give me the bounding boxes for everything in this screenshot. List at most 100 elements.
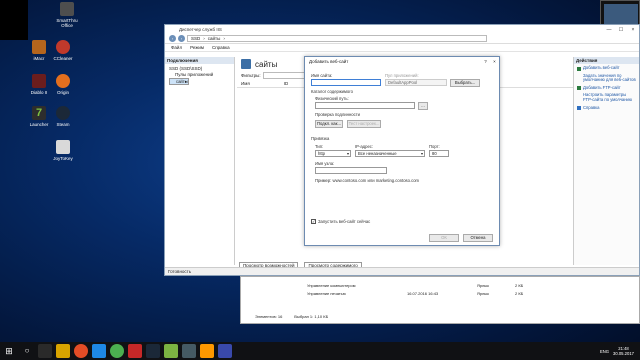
breadcrumb-item[interactable]: сайты xyxy=(208,36,221,41)
explorer-window: Управление компьютером Ярлык 2 КБ Управл… xyxy=(240,276,640,324)
help-icon xyxy=(577,106,581,111)
breadcrumb-item[interactable]: SSD xyxy=(191,36,200,41)
app-pool-field: DefaultAppPool xyxy=(385,79,447,86)
site-name-label: Имя сайта: xyxy=(311,73,333,78)
tree-node-sites[interactable]: сайты xyxy=(169,78,189,85)
desktop-icon-origin[interactable]: Origin xyxy=(46,74,80,95)
list-item[interactable]: Управление компьютером Ярлык 2 КБ xyxy=(307,283,523,288)
iis-titlebar: Диспетчер служб IIS — ☐ × xyxy=(165,25,639,34)
host-input[interactable] xyxy=(315,167,387,174)
binding-label: Привязка xyxy=(311,136,330,141)
windows-start-icon[interactable]: ⊞ xyxy=(2,344,16,358)
start-site-checkbox[interactable]: ✓ xyxy=(311,219,316,224)
content-dir-label: Каталог содержимого xyxy=(311,89,353,94)
minimize-icon[interactable]: — xyxy=(603,27,615,33)
type-select[interactable]: http xyxy=(315,150,351,157)
desktop-dark-corner xyxy=(0,0,28,40)
smartthru-icon xyxy=(60,2,74,16)
menu-help[interactable]: Справка xyxy=(212,45,230,50)
action-help[interactable]: Справка xyxy=(577,105,636,111)
help-icon[interactable]: ? xyxy=(481,59,490,64)
authentication-label: Проверка подлинности xyxy=(315,112,360,117)
sites-icon xyxy=(241,59,251,69)
ip-select[interactable]: Все неназначенные xyxy=(355,150,425,157)
menu-file[interactable]: Файл xyxy=(171,45,182,50)
chrome-taskbar-icon[interactable] xyxy=(110,344,124,358)
column-id[interactable]: ID xyxy=(284,81,289,86)
tray-lang[interactable]: ENG xyxy=(600,349,609,354)
action-website-defaults[interactable]: Задать значения по умолчанию для веб-сай… xyxy=(577,73,636,83)
host-label: Имя узла: xyxy=(315,161,335,166)
host-example: Пример: www.contoso.com или marketing.co… xyxy=(315,178,420,183)
dialog-titlebar: Добавить веб-сайт ? × xyxy=(305,57,499,66)
actions-pane: Действия Добавить веб-сайт Задать значен… xyxy=(573,57,639,265)
action-ftp-defaults[interactable]: Настроить параметры FTP-сайта по умолчан… xyxy=(577,93,636,102)
action-add-ftp[interactable]: Добавить FTP-сайт xyxy=(577,85,636,91)
task-view-icon[interactable] xyxy=(38,344,52,358)
address-bar: ‹ › SSD › сайты › xyxy=(165,34,639,44)
clock[interactable]: 21:48 30.05.2017 xyxy=(613,346,634,356)
back-icon[interactable]: ‹ xyxy=(169,35,176,42)
test-settings-button[interactable]: Тест настроек... xyxy=(347,120,381,128)
type-label: Тип: xyxy=(315,144,324,149)
site-name-input[interactable] xyxy=(311,79,381,86)
app-taskbar-icon[interactable] xyxy=(92,344,106,358)
port-label: Порт: xyxy=(429,144,440,149)
breadcrumb[interactable]: SSD › сайты › xyxy=(187,35,487,42)
menu-view[interactable]: Режим xyxy=(190,45,204,50)
explorer-status: Элементов: 16 Выбран 1: 1,10 КБ xyxy=(255,314,329,319)
maximize-icon[interactable]: ☐ xyxy=(615,27,627,33)
desktop-icon-joytokey[interactable]: JoyToKey xyxy=(46,140,80,161)
imacr-icon xyxy=(32,40,46,54)
ok-button[interactable]: ОК xyxy=(429,234,459,242)
desktop-icon-ccleaner[interactable]: CCleaner xyxy=(46,40,80,61)
diablo-icon xyxy=(32,74,46,88)
connections-pane: Подключения SSD (SSD\SSD) Пулы приложени… xyxy=(165,57,235,265)
ip-label: IP-адрес: xyxy=(355,144,374,149)
action-add-website[interactable]: Добавить веб-сайт xyxy=(577,65,636,71)
steam-icon xyxy=(56,106,70,120)
start-site-label: Запустить веб-сайт сейчас xyxy=(318,219,371,224)
browse-button[interactable]: ... xyxy=(418,102,428,110)
iis-taskbar-icon[interactable] xyxy=(218,344,232,358)
app-taskbar-icon[interactable] xyxy=(164,344,178,358)
ccleaner-icon xyxy=(56,40,70,54)
app-taskbar-icon[interactable] xyxy=(128,344,142,358)
app-taskbar-icon[interactable] xyxy=(182,344,196,358)
steam-taskbar-icon[interactable] xyxy=(146,344,160,358)
actions-list: Добавить веб-сайт Задать значения по умо… xyxy=(574,64,639,115)
port-input[interactable]: 80 xyxy=(429,150,449,157)
column-name[interactable]: Имя xyxy=(241,81,250,86)
actions-title: Действия xyxy=(574,57,639,64)
cancel-button[interactable]: Отмена xyxy=(463,234,493,242)
explorer-taskbar-icon[interactable] xyxy=(56,344,70,358)
status-bar: Готовность xyxy=(165,267,639,275)
desktop-icon-smartthru[interactable]: SmartThru Office xyxy=(50,2,84,28)
choose-pool-button[interactable]: Выбрать... xyxy=(450,79,480,87)
taskbar: ⊞ ○ ENG 21:48 30.05.2017 xyxy=(0,342,640,360)
close-icon[interactable]: × xyxy=(627,27,639,33)
iis-title: Диспетчер служб IIS xyxy=(179,27,222,32)
physical-path-label: Физический путь: xyxy=(315,96,349,101)
list-item[interactable]: Управление печатью 16.07.2016 16:43 Ярлы… xyxy=(307,291,523,296)
menu-bar: Файл Режим Справка xyxy=(165,44,639,52)
widget-screen xyxy=(604,4,638,24)
connections-tree: SSD (SSD\SSD) Пулы приложений сайты xyxy=(165,64,234,85)
filter-label: Фильтры: xyxy=(241,73,261,78)
forward-icon[interactable]: › xyxy=(178,35,185,42)
joytokey-icon xyxy=(56,140,70,154)
globe-icon xyxy=(577,86,581,91)
close-icon[interactable]: × xyxy=(490,59,499,64)
launcher-icon: 7 xyxy=(32,106,46,120)
physical-path-input[interactable] xyxy=(315,102,415,109)
connect-as-button[interactable]: Подкл. как... xyxy=(315,120,343,128)
globe-icon xyxy=(577,66,581,71)
origin-icon xyxy=(56,74,70,88)
system-tray: ENG 21:48 30.05.2017 xyxy=(600,346,640,356)
app-taskbar-icon[interactable] xyxy=(200,344,214,358)
connections-title: Подключения xyxy=(165,57,234,64)
search-icon[interactable]: ○ xyxy=(20,344,34,358)
firefox-taskbar-icon[interactable] xyxy=(74,344,88,358)
page-title: сайты xyxy=(255,59,278,69)
desktop-icon-steam[interactable]: Steam xyxy=(46,106,80,127)
